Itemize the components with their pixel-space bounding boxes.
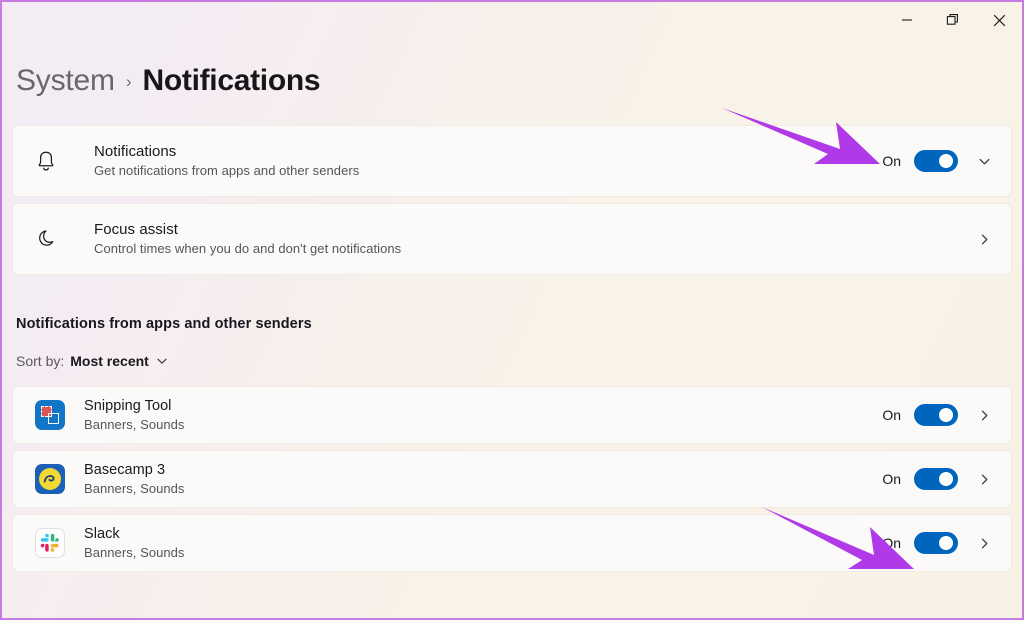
focus-assist-row-title: Focus assist — [94, 221, 178, 238]
notifications-row-controls: On — [881, 150, 997, 172]
chevron-right-icon[interactable] — [971, 232, 997, 247]
basecamp-icon — [35, 464, 65, 494]
app-toggle[interactable] — [914, 532, 958, 554]
app-subtitle: Banners, Sounds — [84, 481, 185, 496]
app-subtitle: Banners, Sounds — [84, 545, 185, 560]
settings-card-list: Notifications Get notifications from app… — [12, 125, 1012, 275]
notifications-row-title: Notifications — [94, 143, 177, 160]
minimize-button[interactable] — [884, 2, 930, 38]
notifications-toggle[interactable] — [914, 150, 958, 172]
chevron-down-icon[interactable] — [155, 354, 169, 368]
minimize-icon — [901, 14, 913, 26]
app-toggle-state: On — [882, 471, 901, 487]
focus-assist-row-controls — [971, 232, 997, 247]
chevron-right-icon[interactable] — [971, 472, 997, 487]
app-row-snipping-tool[interactable]: Snipping Tool Banners, Sounds On — [12, 386, 1012, 444]
app-row-controls: On — [881, 404, 997, 426]
app-row-text: Basecamp 3 Banners, Sounds — [65, 461, 881, 497]
chevron-right-icon[interactable] — [971, 408, 997, 423]
restore-button[interactable] — [930, 2, 976, 38]
toggle-knob — [939, 472, 953, 486]
sort-by-label: Sort by: — [16, 353, 65, 369]
app-row-basecamp-3[interactable]: Basecamp 3 Banners, Sounds On — [12, 450, 1012, 508]
app-name: Slack — [84, 526, 120, 542]
toggle-knob — [939, 536, 953, 550]
snipping-tool-icon — [35, 400, 65, 430]
toggle-knob — [939, 408, 953, 422]
app-row-slack[interactable]: Slack Banners, Sounds On — [12, 514, 1012, 572]
app-toggle-state: On — [882, 407, 901, 423]
notifications-toggle-state: On — [882, 153, 901, 169]
moon-icon — [35, 227, 75, 251]
app-toggle[interactable] — [914, 404, 958, 426]
app-toggle-state: On — [882, 535, 901, 551]
notifications-setting-row[interactable]: Notifications Get notifications from app… — [12, 125, 1012, 197]
app-subtitle: Banners, Sounds — [84, 417, 185, 432]
bell-icon — [35, 149, 75, 173]
app-row-text: Snipping Tool Banners, Sounds — [65, 397, 881, 433]
app-row-controls: On — [881, 532, 997, 554]
chevron-right-icon[interactable] — [971, 536, 997, 551]
app-name: Basecamp 3 — [84, 462, 166, 478]
breadcrumb-root-system[interactable]: System — [16, 64, 115, 98]
app-row-controls: On — [881, 468, 997, 490]
notifications-row-subtitle: Get notifications from apps and other se… — [94, 163, 360, 178]
focus-assist-setting-row[interactable]: Focus assist Control times when you do a… — [12, 203, 1012, 275]
sort-by-control[interactable]: Sort by: Most recent — [16, 353, 169, 369]
breadcrumb-separator-icon: › — [125, 72, 132, 91]
settings-window: System › Notifications Notifications Get… — [0, 0, 1024, 620]
focus-assist-row-text: Focus assist Control times when you do a… — [75, 220, 971, 258]
title-bar — [2, 2, 1022, 38]
app-name: Snipping Tool — [84, 398, 172, 414]
page-title: Notifications — [142, 64, 321, 97]
focus-assist-row-subtitle: Control times when you do and don't get … — [94, 241, 402, 256]
section-heading: Notifications from apps and other sender… — [16, 316, 312, 332]
app-row-text: Slack Banners, Sounds — [65, 525, 881, 561]
app-notification-list: Snipping Tool Banners, Sounds On Basecam… — [12, 386, 1012, 578]
close-button[interactable] — [976, 2, 1022, 38]
restore-icon — [946, 13, 960, 27]
close-icon — [993, 14, 1006, 27]
slack-icon — [35, 528, 65, 558]
breadcrumb: System › Notifications — [16, 64, 321, 98]
chevron-down-icon[interactable] — [971, 154, 997, 169]
toggle-knob — [939, 154, 953, 168]
notifications-row-text: Notifications Get notifications from app… — [75, 142, 881, 180]
app-toggle[interactable] — [914, 468, 958, 490]
sort-by-value: Most recent — [70, 353, 149, 369]
